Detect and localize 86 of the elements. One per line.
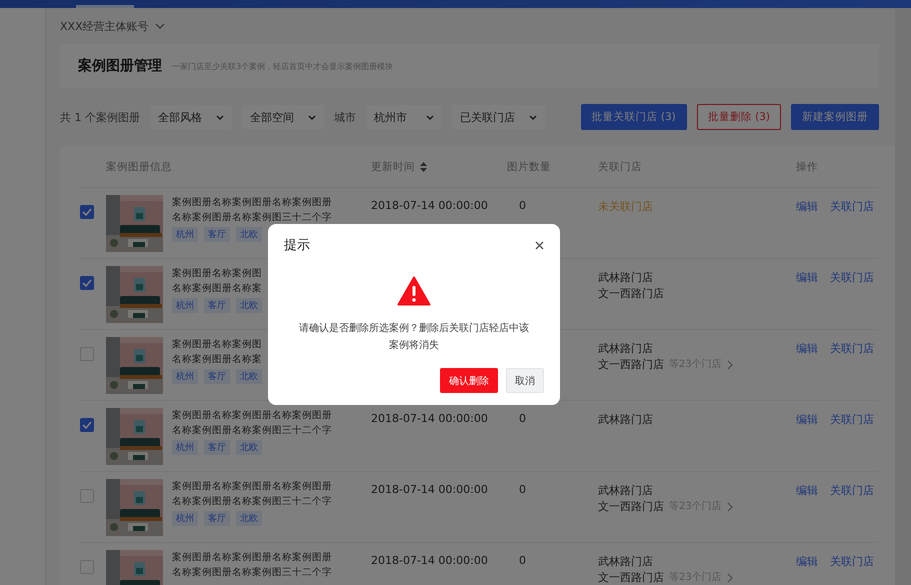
store-name: 武林路门店 <box>598 341 653 357</box>
action-link[interactable]: 关联门店 <box>830 341 874 356</box>
tag: 杭州 <box>172 440 198 455</box>
album-name: 案例图册名称案例图册名称案例图册 名称案例图册名称案例图三十二个字 <box>172 551 332 580</box>
store-name: 武林路门店 <box>598 483 653 499</box>
row-checkbox[interactable] <box>80 205 94 219</box>
store-name: 文一西路门店 <box>598 286 664 302</box>
update-time: 2018-07-14 00:00:00 <box>371 199 488 212</box>
album-name: 案例图册名称案例图册名称案例图册 名称案例图册名称案例图三十二个字 <box>172 480 332 509</box>
tag: 杭州 <box>172 227 198 242</box>
tag: 客厅 <box>204 227 230 242</box>
chevron-right-icon[interactable] <box>726 502 733 512</box>
store-name: 武林路门店 <box>598 270 653 286</box>
photo-count: 0 <box>519 199 526 212</box>
chevron-down-icon <box>154 23 165 29</box>
dialog-button[interactable]: 取消 <box>506 368 544 393</box>
chevron-right-icon[interactable] <box>726 573 733 583</box>
album-name: 案例图册名称案例图 名称案例图册名称案 <box>172 338 262 367</box>
action-link[interactable]: 关联门店 <box>830 483 874 498</box>
action-link[interactable]: 编辑 <box>796 270 818 285</box>
column-header: 图片数量 <box>507 160 552 174</box>
action-link[interactable]: 关联门店 <box>830 412 874 427</box>
store-status: 未关联门店 <box>598 200 653 213</box>
warning-icon <box>397 276 431 306</box>
tag: 客厅 <box>204 511 230 526</box>
tag: 北欧 <box>236 440 262 455</box>
filter-select[interactable]: 杭州市 <box>366 105 442 129</box>
update-time: 2018-07-14 00:00:00 <box>371 412 488 425</box>
column-header: 案例图册信息 <box>105 160 173 174</box>
album-name: 案例图册名称案例图册名称案例图册 名称案例图册名称案例图三十二个字 <box>172 409 332 438</box>
tag: 客厅 <box>204 369 230 384</box>
tag: 北欧 <box>236 511 262 526</box>
chevron-right-icon[interactable] <box>726 360 733 370</box>
account-selector[interactable]: XXX经营主体账号 <box>60 18 149 34</box>
caret-icon <box>216 114 224 120</box>
action-link[interactable]: 编辑 <box>796 341 818 356</box>
filter-select[interactable]: 全部空间 <box>242 105 324 129</box>
dialog-title: 提示 <box>284 237 310 254</box>
store-name: 武林路门店 <box>598 554 653 570</box>
dialog-button[interactable]: 确认删除 <box>440 368 498 393</box>
active-tab-indicator <box>76 5 134 8</box>
action-link[interactable]: 编辑 <box>796 483 818 498</box>
tag: 北欧 <box>236 227 262 242</box>
store-name: 武林路门店 <box>598 412 653 428</box>
album-count: 共 1 个案例图册 <box>60 110 140 124</box>
album-name: 案例图册名称案例图册名称案例图册 名称案例图册名称案例图三十二个字 <box>172 196 332 225</box>
row-checkbox[interactable] <box>80 276 94 290</box>
filter-label: 城市 <box>334 110 356 124</box>
action-link[interactable]: 编辑 <box>796 554 818 569</box>
update-time: 2018-07-14 00:00:00 <box>371 554 488 567</box>
photo-count: 0 <box>519 412 526 425</box>
filter-select[interactable]: 全部风格 <box>150 105 232 129</box>
column-header: 关联门店 <box>598 160 643 174</box>
caret-icon <box>529 114 537 120</box>
column-header: 操作 <box>796 160 819 174</box>
tag: 客厅 <box>204 298 230 313</box>
action-link[interactable]: 编辑 <box>796 199 818 214</box>
album-name: 案例图册名称案例图 名称案例图册名称案 <box>172 267 262 296</box>
caret-icon <box>426 114 434 120</box>
filter-select[interactable]: 已关联门店 <box>452 105 545 129</box>
update-time: 2018-07-14 00:00:00 <box>371 483 488 496</box>
row-checkbox[interactable] <box>80 418 94 432</box>
dialog-message: 请确认是否删除所选案例？删除后关联门店轻店中该案例将消失 <box>299 322 529 353</box>
store-name: 文一西路门店 <box>598 499 664 515</box>
tag: 北欧 <box>236 369 262 384</box>
tag: 北欧 <box>236 298 262 313</box>
photo-count: 0 <box>519 483 526 496</box>
caret-icon <box>308 114 316 120</box>
toolbar-button[interactable]: 批量关联门店 (3) <box>580 104 687 130</box>
photo-count: 0 <box>519 554 526 567</box>
sort-icon[interactable] <box>420 162 427 172</box>
store-name: 文一西路门店 <box>598 357 664 373</box>
column-header[interactable]: 更新时间 <box>371 160 415 174</box>
tag: 杭州 <box>172 369 198 384</box>
action-link[interactable]: 编辑 <box>796 412 818 427</box>
tag: 杭州 <box>172 298 198 313</box>
close-icon[interactable] <box>535 240 544 250</box>
tag: 杭州 <box>172 511 198 526</box>
action-link[interactable]: 关联门店 <box>830 199 874 214</box>
tag: 客厅 <box>204 440 230 455</box>
toolbar-button[interactable]: 新建案例图册 <box>791 104 879 130</box>
toolbar-button[interactable]: 批量删除 (3) <box>696 104 781 130</box>
action-link[interactable]: 关联门店 <box>830 270 874 285</box>
store-name: 文一西路门店 <box>598 570 664 585</box>
action-link[interactable]: 关联门店 <box>830 554 874 569</box>
page-title: 案例图册管理 <box>78 57 162 75</box>
